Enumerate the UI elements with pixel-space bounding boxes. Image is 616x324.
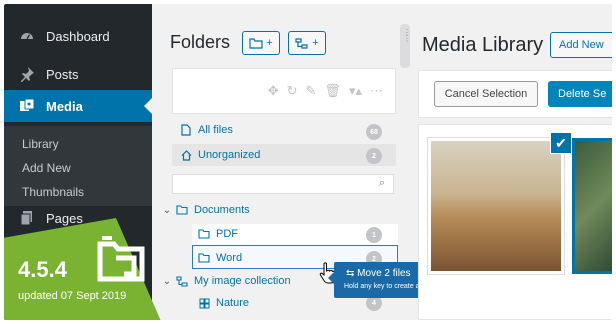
all-files-count: 68 [366,124,382,140]
sidebar-item-media[interactable]: Media [4,90,152,122]
tree-label: Word [216,252,243,264]
search-icon: ⌕ [378,177,385,189]
add-new-button[interactable]: Add New [550,32,612,58]
add-category-label: + [312,37,319,49]
trash-icon[interactable]: 🗑 [324,83,341,99]
sidebar-item-dashboard[interactable]: Dashboard [4,20,152,52]
version-number: 4.5.4 [18,257,67,282]
pages-icon [18,209,36,227]
tree-label: Documents [194,204,250,216]
pin-icon [18,65,36,83]
sidebar-item-label: Posts [46,66,79,82]
panel-resize-handle[interactable]: ⋮ ⋮ [400,24,411,68]
tree-item-documents[interactable]: ⌄ Documents [162,204,250,216]
selected-check-icon[interactable]: ✔ [550,132,572,154]
unorganized-label: Unorganized [198,149,261,161]
unorganized-item[interactable]: Unorganized [180,149,260,161]
folder-icon [198,229,210,239]
refresh-icon[interactable]: ↻ [287,83,298,99]
add-folder-label: + [266,37,273,49]
folder-icon [249,37,263,49]
submenu-item-thumbnails[interactable]: Thumbnails [4,180,152,204]
move-icon[interactable]: ✥ [268,83,279,99]
sidebar-item-label: Dashboard [46,28,110,44]
home-icon [180,149,192,161]
edit-icon[interactable]: ✎ [306,83,317,99]
chevron-down-icon: ⌄ [162,275,172,287]
move-arrows-icon: ⇆ [346,268,358,279]
unorganized-count: 2 [366,148,382,164]
folder-toolbar: ✥ ↻ ✎ 🗑 ▾▴ ⋯ [172,68,396,114]
media-thumbnail-field[interactable] [428,138,564,274]
chevron-down-icon: ⌄ [162,204,172,216]
tree-label: My image collection [194,275,291,287]
folder-icon [176,205,188,215]
filebird-logo-icon [97,236,145,282]
files-icon [180,124,192,136]
media-library-title: Media Library [422,34,544,56]
media-thumbnail-moss[interactable] [572,138,612,274]
tree-item-word[interactable]: Word [198,252,242,264]
folder-icon [198,253,210,263]
sidebar-item-label: Pages [46,210,83,226]
category-tree-icon [295,37,308,49]
category-tree-icon [176,275,188,287]
folders-title: Folders [170,32,231,52]
screenshot-frame: Dashboard Posts Media Library Add New Th… [4,4,612,320]
tree-item-pdf[interactable]: PDF [198,228,238,240]
dashboard-icon [18,27,36,45]
drag-move-label: ⇆ Move 2 files [346,268,411,279]
sidebar-item-posts[interactable]: Posts [4,58,152,90]
sort-icon[interactable]: ▾▴ [349,83,362,99]
delete-selected-button[interactable]: Delete Se [548,81,612,107]
drag-dots-icon: ⋮ ⋮ [403,28,411,43]
cancel-selection-button[interactable]: Cancel Selection [434,81,538,107]
version-updated-date: updated 07 Sept 2019 [18,290,127,302]
tree-item-nature[interactable]: Nature [198,297,249,309]
folder-search-input[interactable]: ⌕ [172,174,394,194]
tree-label: PDF [216,228,238,240]
sidebar-item-label: Media [46,98,83,114]
add-folder-button[interactable]: + [242,31,280,55]
submenu-item-library[interactable]: Library [4,132,152,156]
all-files-label: All files [198,124,233,136]
media-icon [18,97,36,115]
pdf-count: 1 [366,227,382,243]
submenu-item-add-new[interactable]: Add New [4,156,152,180]
media-submenu: Library Add New Thumbnails [4,126,152,206]
grid-icon [198,298,210,309]
more-icon[interactable]: ⋯ [370,83,383,99]
tree-item-my-image-collection[interactable]: ⌄ My image collection [162,275,291,287]
add-category-button[interactable]: + [288,31,326,55]
all-files-item[interactable]: All files [180,124,233,136]
tree-label: Nature [216,297,250,309]
